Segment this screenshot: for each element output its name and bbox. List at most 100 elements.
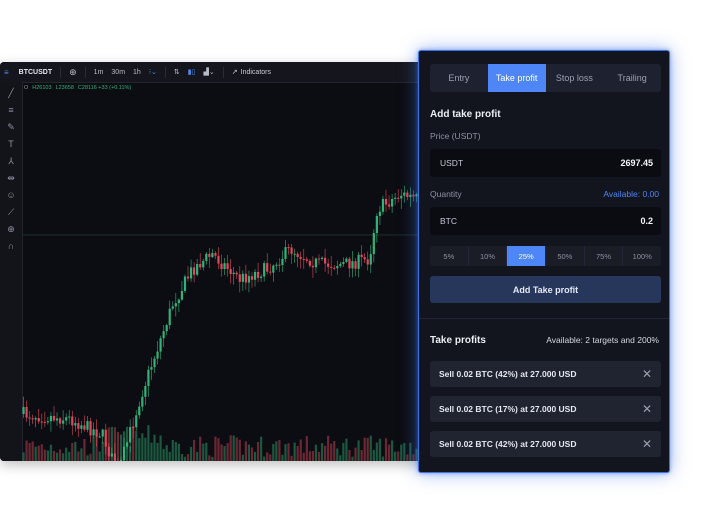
volume-bar <box>113 427 117 461</box>
indicators-button[interactable]: ↗ Indicators <box>231 68 271 77</box>
menu-icon[interactable]: ≡ <box>4 68 9 77</box>
volume-bar <box>281 454 284 461</box>
text-icon[interactable]: T <box>6 139 16 149</box>
toolbar-divider <box>60 66 62 78</box>
zoom-icon[interactable]: ⊕ <box>6 224 16 234</box>
candle-body <box>253 271 257 280</box>
volume-bar <box>43 449 46 461</box>
candle-body <box>138 406 141 416</box>
horizontal-lines-icon[interactable]: ≡ <box>6 105 16 115</box>
candle-body <box>339 263 342 267</box>
volume-bar <box>232 435 235 461</box>
candle-body <box>238 274 241 282</box>
volume-bar <box>323 445 327 461</box>
volume-bar <box>348 449 351 461</box>
interval-1m[interactable]: 1m <box>94 69 104 76</box>
percent-25-button[interactable]: 25% <box>507 246 547 266</box>
section-divider <box>419 318 669 319</box>
price-field[interactable]: USDT 2697.45 <box>430 149 661 177</box>
quantity-field[interactable]: BTC 0.2 <box>430 207 661 235</box>
candle-body <box>98 436 101 438</box>
interval-1h[interactable]: 1h <box>133 69 141 76</box>
add-symbol-icon[interactable]: ⊕ <box>69 67 77 78</box>
candle-body <box>189 267 193 279</box>
tab-stop-loss[interactable]: Stop loss <box>546 64 604 92</box>
candle-body <box>363 257 366 260</box>
volume-bar <box>229 435 232 461</box>
chart-type-icon[interactable]: ▟⌄ <box>204 68 215 76</box>
volume-bar <box>101 441 104 461</box>
volume-bar <box>89 453 92 461</box>
volume-bar <box>31 441 34 461</box>
percent-100-button[interactable]: 100% <box>623 246 661 266</box>
candle-body <box>381 198 385 212</box>
emoji-icon[interactable]: ☺ <box>6 190 16 200</box>
volume-bar <box>156 442 159 461</box>
volume-bar <box>372 449 375 461</box>
volume-bar <box>150 442 153 461</box>
candle-body <box>55 418 59 421</box>
remove-target-icon[interactable]: ✕ <box>642 438 652 450</box>
candle-body <box>150 367 153 370</box>
toolbar-divider <box>222 66 224 78</box>
candle-body <box>302 258 305 260</box>
volume-bar <box>55 452 59 461</box>
volume-bar <box>168 451 171 461</box>
price-chart[interactable] <box>22 94 418 461</box>
volume-bar <box>387 444 391 461</box>
indicators-icon: ↗ <box>231 69 238 76</box>
remove-target-icon[interactable]: ✕ <box>642 403 652 415</box>
volume-bar <box>28 443 31 461</box>
candle-body <box>156 351 159 359</box>
percent-10-button[interactable]: 10% <box>469 246 508 266</box>
candle-body <box>95 429 98 437</box>
percent-50-button[interactable]: 50% <box>546 246 585 266</box>
indicators-label: Indicators <box>240 68 271 76</box>
price-value[interactable]: 2697.45 <box>620 158 653 168</box>
candle-body <box>77 423 80 429</box>
interval-30m[interactable]: 30m <box>111 69 125 76</box>
volume-bar <box>391 440 394 461</box>
magnet-icon[interactable]: ∩ <box>6 241 16 251</box>
candle-body <box>101 429 104 437</box>
candle-body <box>369 254 372 265</box>
candle-body <box>193 267 196 275</box>
pattern-icon[interactable]: ⅄ <box>6 156 16 166</box>
quantity-value[interactable]: 0.2 <box>640 216 653 226</box>
interval-more-icon[interactable]: ⁝⌄ <box>149 68 157 76</box>
candle-body <box>342 261 345 264</box>
volume-bar <box>40 444 43 461</box>
percent-75-button[interactable]: 75% <box>585 246 624 266</box>
targets-available: Available: 2 targets and 200% <box>546 335 659 345</box>
candle-body <box>226 263 229 270</box>
candle-body <box>62 420 65 424</box>
quantity-unit: BTC <box>440 216 457 226</box>
candle-body <box>244 273 247 283</box>
candle-body <box>40 421 43 423</box>
volume-bar <box>74 441 77 461</box>
tab-entry[interactable]: Entry <box>430 64 488 92</box>
ruler-icon[interactable]: ⟋ <box>6 207 16 217</box>
volume-bar <box>49 444 53 461</box>
symbol-label[interactable]: BTCUSDT <box>19 69 52 76</box>
trend-line-icon[interactable]: ╱ <box>6 88 16 98</box>
brush-icon[interactable]: ✎ <box>6 122 16 132</box>
compare-icon[interactable]: ⇅ <box>174 68 180 76</box>
tab-trailing[interactable]: Trailing <box>603 64 661 92</box>
volume-bar <box>226 443 229 461</box>
volume-bar <box>314 444 318 461</box>
remove-target-icon[interactable]: ✕ <box>642 368 652 380</box>
candle-body <box>71 416 74 426</box>
candles-icon[interactable]: ▮▯ <box>188 68 196 76</box>
candle-body <box>159 338 162 352</box>
candle-body <box>256 271 260 278</box>
candle-body <box>330 266 333 268</box>
percent-5-button[interactable]: 5% <box>430 246 469 266</box>
add-take-profit-button[interactable]: Add Take profit <box>430 276 661 303</box>
volume-bar <box>129 446 132 461</box>
measure-icon[interactable]: ⇹ <box>6 173 16 183</box>
volume-bar <box>250 447 254 461</box>
volume-bar <box>302 452 305 461</box>
tab-take-profit[interactable]: Take profit <box>487 64 546 92</box>
volume-bar <box>345 438 348 461</box>
